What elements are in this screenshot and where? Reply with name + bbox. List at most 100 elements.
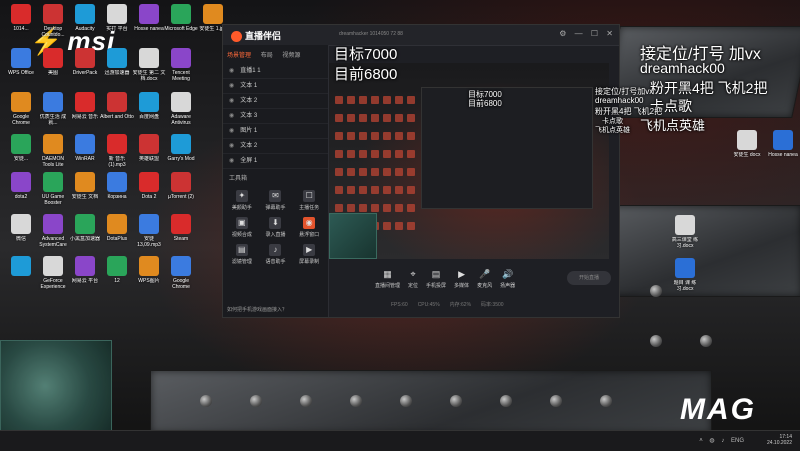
- desktop-shortcut-label: Google Chrome: [12, 114, 30, 126]
- desktop-shortcut[interactable]: Adaware Antivirus: [164, 92, 198, 126]
- toolbox-item[interactable]: ◉ 悬浮窗口: [292, 217, 326, 238]
- desktop-shortcut[interactable]: DAEMON Tools Lite: [36, 134, 70, 168]
- desktop-shortcut-label: 安徒生 docx: [733, 152, 761, 158]
- scene-item[interactable]: ◉ 全屏 1: [223, 154, 328, 169]
- desktop-shortcut[interactable]: 安徒生 第二 文档.docx: [132, 48, 166, 82]
- preview-icon: [383, 96, 391, 104]
- control-button[interactable]: ▶ 多媒体: [454, 269, 469, 289]
- tab-layout[interactable]: 布局: [261, 53, 273, 59]
- clock[interactable]: 17:14 24.10.2022: [767, 434, 792, 446]
- scene-item[interactable]: ◉ 直播1 1: [223, 64, 328, 79]
- desktop-shortcut[interactable]: WPS图片: [132, 256, 166, 284]
- control-button[interactable]: 🔊 扬声器: [500, 269, 515, 289]
- eye-icon[interactable]: ◉: [229, 158, 234, 164]
- lang-indicator[interactable]: ENG: [731, 438, 744, 444]
- toolbox-item[interactable]: ♪ 语音助手: [259, 244, 293, 265]
- overlay-line3: 粉开黑4把 飞机2把: [650, 80, 768, 96]
- stat-value: CPU:45%: [417, 302, 440, 308]
- desktop-shortcut[interactable]: Garry's Mod: [164, 134, 198, 162]
- desktop-shortcut[interactable]: Audacity: [68, 4, 102, 32]
- maximize-icon[interactable]: ☐: [591, 29, 598, 38]
- desktop-shortcut[interactable]: 微信: [4, 214, 38, 242]
- settings-icon[interactable]: ⚙: [559, 29, 566, 38]
- eye-icon[interactable]: ◉: [229, 98, 234, 104]
- desktop-shortcut[interactable]: 实打 平台: [100, 4, 134, 32]
- desktop-shortcut[interactable]: Dota 2: [132, 172, 166, 200]
- desktop-shortcut[interactable]: 安徒 13,09.mp3: [132, 214, 166, 248]
- minimize-icon[interactable]: —: [575, 29, 583, 38]
- scene-item[interactable]: ◉ 文本 3: [223, 109, 328, 124]
- desktop-shortcut[interactable]: 英雄联盟: [132, 134, 166, 162]
- toolbox-item[interactable]: ✉ 弹幕助手: [259, 190, 293, 211]
- toolbox-item[interactable]: ⬇ 录入直播: [259, 217, 293, 238]
- desktop-shortcut[interactable]: 12: [100, 256, 134, 284]
- desktop-shortcut[interactable]: 题目 课 练习.docx: [668, 258, 702, 292]
- control-button[interactable]: ▦ 直播间管理: [375, 269, 400, 289]
- desktop-shortcut[interactable]: 小黑盒加速器: [68, 214, 102, 242]
- scene-item[interactable]: ◉ 文本 2: [223, 94, 328, 109]
- scene-item[interactable]: ◉ 文本 2: [223, 139, 328, 154]
- desktop-shortcut[interactable]: [4, 256, 38, 278]
- toolbox-item[interactable]: ▤ 滤镜管理: [225, 244, 259, 265]
- tab-sources[interactable]: 视频源: [282, 53, 300, 59]
- toolbox-grid: ✦ 美颜助手 ✉ 弹幕助手 ☐ 主播任务 ▣ 视频合成 ⬇ 录入直播 ◉ 悬浮窗口 ▤ 滤镜管理 ♪ 语音助手…: [223, 186, 328, 269]
- desktop-shortcut[interactable]: Корзина: [100, 172, 134, 200]
- desktop-shortcut[interactable]: Albert and Otto: [100, 92, 134, 120]
- scene-item[interactable]: ◉ 文本 1: [223, 79, 328, 94]
- desktop-shortcut[interactable]: Hosse nanea: [132, 4, 166, 32]
- desktop-shortcut[interactable]: WinRAR: [68, 134, 102, 162]
- eye-icon[interactable]: ◉: [229, 68, 234, 74]
- help-link[interactable]: 如何把手机游戏画面接入？: [227, 306, 287, 313]
- streaming-app-window[interactable]: 直播伴侣 dreamhacker 1014050 72 88 ⚙ — ☐ ✕ 场…: [222, 24, 620, 318]
- desktop-shortcut[interactable]: Microsoft Edge: [164, 4, 198, 32]
- desktop-shortcut[interactable]: 安徒...: [4, 134, 38, 162]
- desktop-shortcut[interactable]: µTorrent (2): [164, 172, 198, 200]
- toolbox-item[interactable]: ▣ 视频合成: [225, 217, 259, 238]
- desktop-shortcut[interactable]: 优质生活 成就...: [36, 92, 70, 126]
- toolbox-item[interactable]: ▶ 屏幕录制: [292, 244, 326, 265]
- close-icon[interactable]: ✕: [606, 29, 613, 38]
- desktop-shortcut[interactable]: Advanced SystemCare: [36, 214, 70, 248]
- app-titlebar[interactable]: 直播伴侣 dreamhacker 1014050 72 88 ⚙ — ☐ ✕: [223, 25, 619, 46]
- eye-icon[interactable]: ◉: [229, 113, 234, 119]
- desktop-shortcut[interactable]: 1014...: [4, 4, 38, 32]
- preview-minimap: [329, 213, 377, 259]
- desktop-shortcut[interactable]: DotaPlus: [100, 214, 134, 242]
- volume-icon[interactable]: ♪: [721, 438, 724, 444]
- control-button[interactable]: ⌖ 定位: [408, 269, 418, 289]
- chevron-up-icon[interactable]: ˄: [699, 438, 703, 444]
- desktop-shortcut[interactable]: 网易云 平台: [68, 256, 102, 284]
- network-icon[interactable]: ◍: [709, 438, 714, 444]
- desktop-shortcut[interactable]: 网易云 音乐: [68, 92, 102, 120]
- eye-icon[interactable]: ◉: [229, 128, 234, 134]
- preview-icon: [347, 114, 355, 122]
- desktop-shortcut[interactable]: dota2: [4, 172, 38, 200]
- desktop-shortcut[interactable]: 迅游加速器: [100, 48, 134, 76]
- desktop-shortcut[interactable]: Hosse nanea: [766, 130, 800, 158]
- desktop-shortcut[interactable]: GeForce Experience: [36, 256, 70, 290]
- toolbox-item[interactable]: ☐ 主播任务: [292, 190, 326, 211]
- desktop-shortcut[interactable]: 高三课堂 练习.docx: [668, 215, 702, 249]
- scene-item[interactable]: ◉ 图片 1: [223, 124, 328, 139]
- desktop-shortcut-label: 安徒...: [13, 156, 29, 162]
- desktop-shortcut[interactable]: WPS Office: [4, 48, 38, 76]
- desktop-shortcut[interactable]: 安徒生 文档: [68, 172, 102, 200]
- desktop-shortcut[interactable]: DriverPack: [68, 48, 102, 76]
- start-stream-button[interactable]: 开始直播: [567, 271, 611, 285]
- desktop-shortcut[interactable]: 新 音乐 (1).mp3: [100, 134, 134, 168]
- toolbox-item[interactable]: ✦ 美颜助手: [225, 190, 259, 211]
- desktop-shortcut[interactable]: Desktop Countdo...: [36, 4, 70, 38]
- eye-icon[interactable]: ◉: [229, 143, 234, 149]
- control-button[interactable]: ▤ 手机投屏: [426, 269, 446, 289]
- desktop-shortcut[interactable]: Google Chrome: [4, 92, 38, 126]
- desktop-shortcut[interactable]: Steam: [164, 214, 198, 242]
- desktop-shortcut[interactable]: 安徒生 docx: [730, 130, 764, 158]
- desktop-shortcut[interactable]: 美图: [36, 48, 70, 76]
- eye-icon[interactable]: ◉: [229, 83, 234, 89]
- tab-scenes[interactable]: 场景管理: [227, 53, 251, 59]
- desktop-shortcut[interactable]: Google Chrome: [164, 256, 198, 290]
- desktop-shortcut[interactable]: Tencent Meeting: [164, 48, 198, 82]
- desktop-shortcut[interactable]: UU Game Booster: [36, 172, 70, 206]
- control-button[interactable]: 🎤 麦克风: [477, 269, 492, 289]
- desktop-shortcut[interactable]: 百度网盘: [132, 92, 166, 120]
